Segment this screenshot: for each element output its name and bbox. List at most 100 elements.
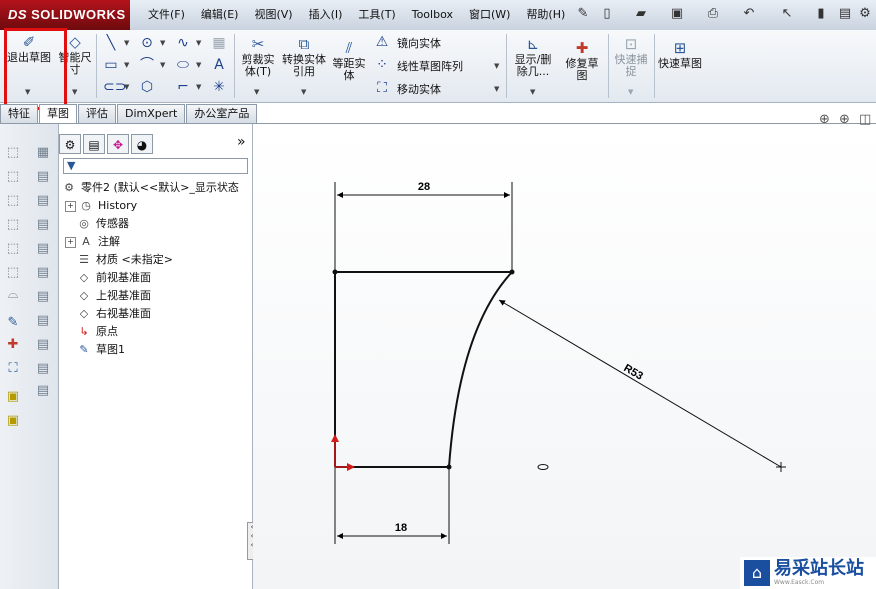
options-icon[interactable]: ⚙ [856, 5, 874, 23]
move-label[interactable]: 移动实体 [397, 81, 441, 97]
tab-features[interactable]: 特征 [0, 104, 38, 123]
fillet-icon[interactable]: ⌐ [175, 79, 191, 95]
tab-office-products[interactable]: 办公室产品 [186, 104, 258, 123]
ellipse-icon[interactable]: ⬭ [175, 57, 191, 73]
chevron-down-icon[interactable]: ▼ [72, 88, 77, 96]
table-icon[interactable]: ▤ [34, 264, 52, 282]
expand-icon[interactable]: + [65, 236, 76, 248]
chevron-down-icon[interactable]: ▼ [124, 39, 129, 47]
loft-boss-icon[interactable]: ⬚ [4, 216, 22, 234]
tree-item-sensors[interactable]: ◎ 传感器 [76, 215, 129, 233]
tree-item-front-plane[interactable]: ◇ 前视基准面 [76, 269, 151, 287]
expand-icon[interactable]: + [65, 200, 76, 212]
print-icon[interactable]: ⎙ [704, 5, 722, 23]
menu-file[interactable]: 文件(F) [140, 0, 193, 30]
menu-toolbox[interactable]: Toolbox [404, 0, 461, 30]
chevron-down-icon[interactable]: ▼ [124, 83, 129, 91]
configuration-tab-icon[interactable]: ✥ [107, 134, 129, 154]
menu-view[interactable]: 视图(V) [246, 0, 300, 30]
menu-insert[interactable]: 插入(I) [301, 0, 351, 30]
chevron-down-icon[interactable]: ▼ [160, 39, 165, 47]
rapid-sketch-button[interactable]: ⊞ 快速草图 [658, 40, 702, 70]
circle-icon[interactable]: ⊙ [139, 35, 155, 51]
polygon-icon[interactable]: ⬡ [139, 79, 155, 95]
select-arrow-icon[interactable]: ↖ [778, 5, 796, 23]
tree-item-annotations[interactable]: + A 注解 [65, 233, 120, 251]
tree-root[interactable]: ⚙ 零件2 (默认<<默认>_显示状态 [61, 179, 239, 197]
repair-sketch-icon[interactable]: ✚ [4, 336, 22, 354]
dimension-top-label[interactable]: 28 [418, 181, 430, 193]
fillet-feature-icon[interactable]: ⌓ [4, 286, 22, 304]
table-icon[interactable]: ▤ [34, 240, 52, 258]
property-manager-tab-icon[interactable]: ▤ [83, 134, 105, 154]
menu-help[interactable]: 帮助(H) [518, 0, 573, 30]
chevron-down-icon[interactable]: ▼ [196, 83, 201, 91]
chevron-down-icon[interactable]: ▼ [160, 61, 165, 69]
grid-icon[interactable]: ▦ [34, 144, 52, 162]
tab-sketch[interactable]: 草图 [39, 104, 77, 123]
tree-item-top-plane[interactable]: ◇ 上视基准面 [76, 287, 151, 305]
linear-pattern-label[interactable]: 线性草图阵列 [397, 58, 463, 74]
chevron-down-icon[interactable]: ▼ [301, 88, 306, 96]
open-folder-icon[interactable]: ▰ [632, 5, 650, 23]
table-icon[interactable]: ▤ [34, 216, 52, 234]
chevron-down-icon[interactable]: ▼ [628, 88, 633, 96]
quick-snaps-button[interactable]: ⊡ 快速捕捉 [612, 36, 650, 78]
extrude-cut-icon[interactable]: ⬚ [4, 240, 22, 258]
expand-panel-icon[interactable]: » [237, 134, 246, 150]
convert-entities-button[interactable]: ⧉ 转换实体引用 [282, 36, 326, 78]
table-icon[interactable]: ▤ [34, 336, 52, 354]
save-icon[interactable]: ▣ [668, 5, 686, 23]
mirror-icon[interactable]: ⚠ [374, 34, 390, 50]
move-entities-icon[interactable]: ⛶ [374, 80, 390, 96]
offset-entities-button[interactable]: ⫽ 等距实体 [330, 40, 368, 82]
sketch-icon[interactable]: ✎ [4, 314, 22, 332]
tree-item-history[interactable]: + ◷ History [65, 197, 137, 215]
point-icon[interactable]: ✳ [211, 79, 227, 95]
trim-entities-button[interactable]: ✂ 剪裁实体(T) [238, 36, 278, 78]
chevron-down-icon[interactable]: ▼ [494, 62, 499, 70]
spline-icon[interactable]: ∿ [175, 35, 191, 51]
tab-dimxpert[interactable]: DimXpert [117, 104, 186, 123]
menu-edit[interactable]: 编辑(E) [193, 0, 247, 30]
menu-window[interactable]: 窗口(W) [461, 0, 518, 30]
table-icon[interactable]: ▤ [34, 312, 52, 330]
graphics-area[interactable]: ⊕ ⊕ ◫ 28 18 R53 ⌂ 易采站长站 Www.Easck.Com [253, 112, 876, 589]
file-properties-icon[interactable]: ▤ [836, 5, 854, 23]
text-icon[interactable]: A [211, 57, 227, 73]
revolve-boss-icon[interactable]: ⬚ [4, 168, 22, 186]
tree-item-right-plane[interactable]: ◇ 右视基准面 [76, 305, 151, 323]
extrude-boss-icon[interactable]: ⬚ [4, 144, 22, 162]
table-icon[interactable]: ▤ [34, 360, 52, 378]
rectangle-icon[interactable]: ▭ [103, 57, 119, 73]
arc-icon[interactable]: ⌒ [139, 57, 155, 73]
table-icon[interactable]: ▤ [34, 168, 52, 186]
filter-input[interactable]: ▼ [63, 158, 248, 174]
feature-tree-tab-icon[interactable]: ⚙ [59, 134, 81, 154]
chevron-down-icon[interactable]: ▼ [124, 61, 129, 69]
line-icon[interactable]: ╲ [103, 35, 119, 51]
chevron-down-icon[interactable]: ▼ [196, 39, 201, 47]
chevron-down-icon[interactable]: ▼ [196, 61, 201, 69]
tree-item-sketch1[interactable]: ✎ 草图1 [76, 341, 125, 359]
mirror-label[interactable]: 镜向实体 [397, 35, 441, 51]
chevron-down-icon[interactable]: ▼ [494, 85, 499, 93]
repair-sketch-button[interactable]: ✚ 修复草图 [562, 40, 602, 82]
undo-icon[interactable]: ↶ [740, 5, 758, 23]
pin-icon[interactable]: ✎ [574, 5, 592, 23]
layer-icon[interactable]: ▣ [4, 388, 22, 406]
revolve-cut-icon[interactable]: ⬚ [4, 264, 22, 282]
table-icon[interactable]: ▤ [34, 192, 52, 210]
tab-evaluate[interactable]: 评估 [78, 104, 116, 123]
menu-tools[interactable]: 工具(T) [350, 0, 403, 30]
chevron-down-icon[interactable]: ▼ [530, 88, 535, 96]
grid-icon[interactable]: ▦ [211, 35, 227, 51]
rebuild-icon[interactable]: ▮ [812, 5, 830, 23]
linear-pattern-icon[interactable]: ⁘ [374, 57, 390, 73]
new-document-icon[interactable]: ▯ [598, 5, 616, 23]
dimension-bottom-label[interactable]: 18 [395, 522, 407, 534]
layer-icon[interactable]: ▣ [4, 412, 22, 430]
slot-icon[interactable]: ⊂⊃ [103, 79, 126, 95]
sweep-boss-icon[interactable]: ⬚ [4, 192, 22, 210]
tree-item-origin[interactable]: ↳ 原点 [76, 323, 118, 341]
